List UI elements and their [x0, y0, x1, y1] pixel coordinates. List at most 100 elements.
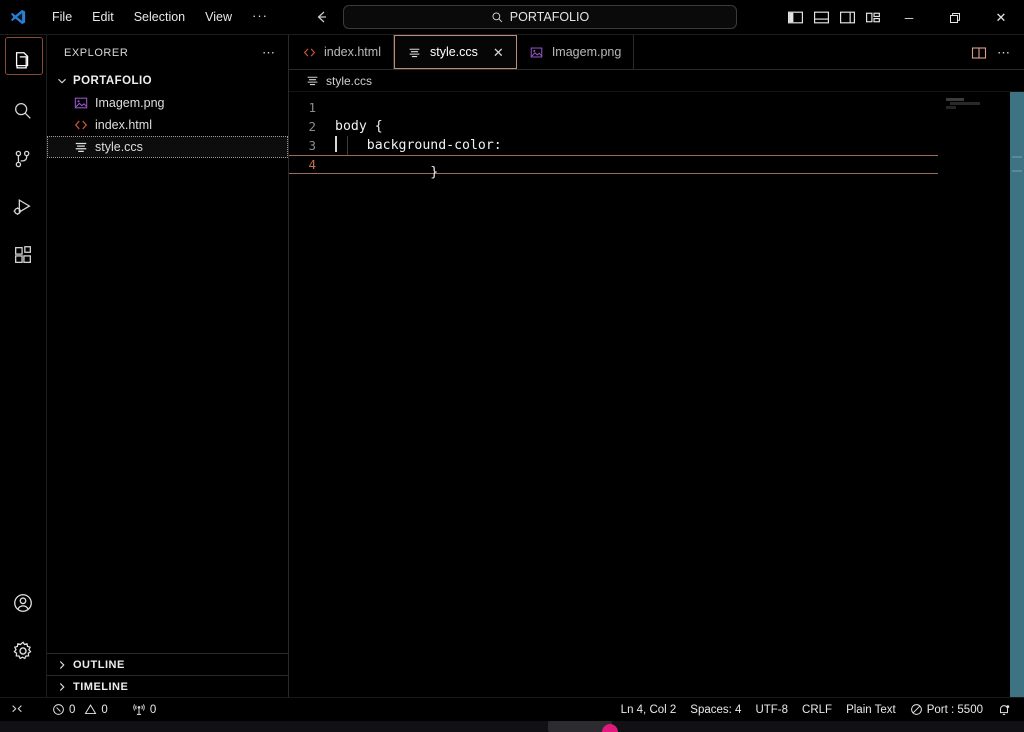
- scrollbar-decoration: [1012, 170, 1022, 172]
- problems-errors-count: 0: [69, 703, 76, 716]
- ellipsis-icon[interactable]: ⋯: [262, 46, 276, 59]
- line-text: body {: [335, 119, 383, 134]
- activity-accounts[interactable]: [0, 579, 47, 627]
- minimap-line: [950, 102, 980, 105]
- remote-icon: [10, 703, 24, 717]
- source-control-icon: [12, 148, 34, 170]
- split-editor-icon[interactable]: [971, 45, 987, 61]
- image-file-icon: [73, 95, 89, 111]
- circle-slash-icon: [910, 703, 923, 716]
- command-center[interactable]: PORTAFOLIO: [343, 5, 737, 29]
- tab-label: index.html: [324, 45, 381, 59]
- activity-settings[interactable]: [0, 627, 47, 675]
- minimap-line: [946, 106, 956, 109]
- editor-group: index.html style.ccs ✕ Imagem.png ⋯ styl…: [289, 35, 1024, 697]
- editor-encoding[interactable]: UTF-8: [748, 699, 795, 721]
- code-line-4[interactable]: 4 }: [289, 135, 1024, 180]
- tab-bar-empty-space: [634, 35, 1024, 69]
- sidebar-section-label: OUTLINE: [73, 658, 125, 671]
- problems-warnings-count: 0: [101, 703, 108, 716]
- warning-icon: [84, 703, 97, 716]
- explorer-file-style-ccs[interactable]: style.ccs: [47, 136, 288, 158]
- tab-label: style.ccs: [429, 45, 478, 59]
- close-icon[interactable]: ✕: [493, 46, 504, 59]
- toggle-panel-icon[interactable]: [808, 0, 834, 35]
- tab-style-ccs[interactable]: style.ccs ✕: [393, 35, 517, 69]
- minimap-sketch: [946, 98, 980, 110]
- minimap[interactable]: [938, 92, 1010, 697]
- menu-more[interactable]: ···: [244, 7, 276, 28]
- menu-file[interactable]: File: [44, 7, 80, 27]
- css-file-icon: [73, 139, 89, 155]
- text-cursor: [335, 135, 337, 152]
- bell-dot-icon: [997, 703, 1011, 717]
- title-bar: File Edit Selection View ··· PORTAFOLIO: [0, 0, 1024, 35]
- tab-label: Imagem.png: [551, 45, 622, 59]
- remote-window-indicator[interactable]: [0, 699, 31, 721]
- window-maximize-button[interactable]: [932, 0, 978, 35]
- account-icon: [12, 592, 34, 614]
- line-number: 3: [308, 138, 316, 153]
- radio-tower-icon: [132, 703, 146, 717]
- taskbar-app-indicator[interactable]: [602, 724, 618, 732]
- scrollbar-decoration: [1012, 156, 1022, 158]
- ports-count: 0: [149, 703, 157, 716]
- activity-source-control[interactable]: [0, 135, 47, 183]
- activity-search[interactable]: [0, 87, 47, 135]
- image-file-icon: [529, 44, 545, 60]
- status-bar: 0 0 0 Ln 4, Col 2 Spaces: 4 UTF-8 CRLF P…: [0, 697, 1024, 721]
- code-line-1[interactable]: 1: [289, 98, 1024, 117]
- activity-explorer[interactable]: [0, 35, 47, 87]
- activity-extensions[interactable]: [0, 231, 47, 279]
- customize-layout-icon[interactable]: [860, 0, 886, 35]
- code-editor[interactable]: 1 2 body { 3 background-color: 4}: [289, 92, 1024, 697]
- activity-bar: [0, 35, 47, 697]
- toggle-secondary-sidebar-icon[interactable]: [834, 0, 860, 35]
- toggle-primary-sidebar-icon[interactable]: [782, 0, 808, 35]
- arrow-left-icon[interactable]: [312, 7, 332, 27]
- explorer-folder-portafolio[interactable]: PORTAFOLIO: [47, 70, 288, 92]
- window-controls-group: ─ ✕: [782, 0, 1024, 35]
- tab-imagem-png[interactable]: Imagem.png: [517, 35, 635, 69]
- editor-vertical-scrollbar[interactable]: [1010, 92, 1024, 697]
- html-file-icon: [301, 44, 317, 60]
- editor-language-mode[interactable]: Plain Text: [839, 699, 903, 721]
- editor-scrollbar-slider[interactable]: [1010, 92, 1024, 697]
- run-debug-icon: [12, 196, 34, 218]
- menu-view[interactable]: View: [197, 7, 240, 27]
- sidebar-section-timeline[interactable]: TIMELINE: [47, 675, 289, 697]
- explorer-folder-label: PORTAFOLIO: [73, 75, 153, 87]
- problems-errors[interactable]: 0 0: [45, 699, 115, 721]
- minimap-line: [946, 98, 964, 101]
- line-text-content: }: [430, 164, 439, 180]
- menu-bar: File Edit Selection View ···: [42, 0, 278, 35]
- sidebar-section-outline[interactable]: OUTLINE: [47, 653, 289, 675]
- editor-selection-status[interactable]: Ln 4, Col 2: [614, 699, 684, 721]
- gear-icon: [12, 640, 34, 662]
- window-close-button[interactable]: ✕: [978, 0, 1024, 35]
- window-minimize-button[interactable]: ─: [886, 0, 932, 35]
- live-server-port[interactable]: Port : 5500: [903, 699, 990, 721]
- html-file-icon: [73, 117, 89, 133]
- activity-run-debug[interactable]: [0, 183, 47, 231]
- chevron-right-icon: [55, 658, 69, 672]
- editor-indentation[interactable]: Spaces: 4: [683, 699, 748, 721]
- notifications-bell[interactable]: [990, 699, 1018, 721]
- menu-selection[interactable]: Selection: [126, 7, 193, 27]
- editor-eol[interactable]: CRLF: [795, 699, 839, 721]
- vscode-logo-icon: [0, 0, 36, 35]
- breadcrumb-label[interactable]: style.ccs: [326, 74, 372, 88]
- tab-index-html[interactable]: index.html: [289, 35, 394, 69]
- activity-active-indicator: [4, 37, 43, 75]
- search-icon: [12, 100, 34, 122]
- line-number: 2: [308, 119, 316, 134]
- explorer-file-imagem-png[interactable]: Imagem.png: [47, 92, 288, 114]
- live-server-port-label: Port : 5500: [926, 703, 983, 716]
- explorer-file-index-html[interactable]: index.html: [47, 114, 288, 136]
- chevron-right-icon: [55, 680, 69, 694]
- command-center-text: PORTAFOLIO: [509, 10, 590, 24]
- ports-forwarded[interactable]: 0: [125, 699, 163, 721]
- code-line-2[interactable]: 2 body {: [289, 117, 1024, 136]
- menu-edit[interactable]: Edit: [84, 7, 122, 27]
- ellipsis-icon[interactable]: ⋯: [997, 46, 1012, 59]
